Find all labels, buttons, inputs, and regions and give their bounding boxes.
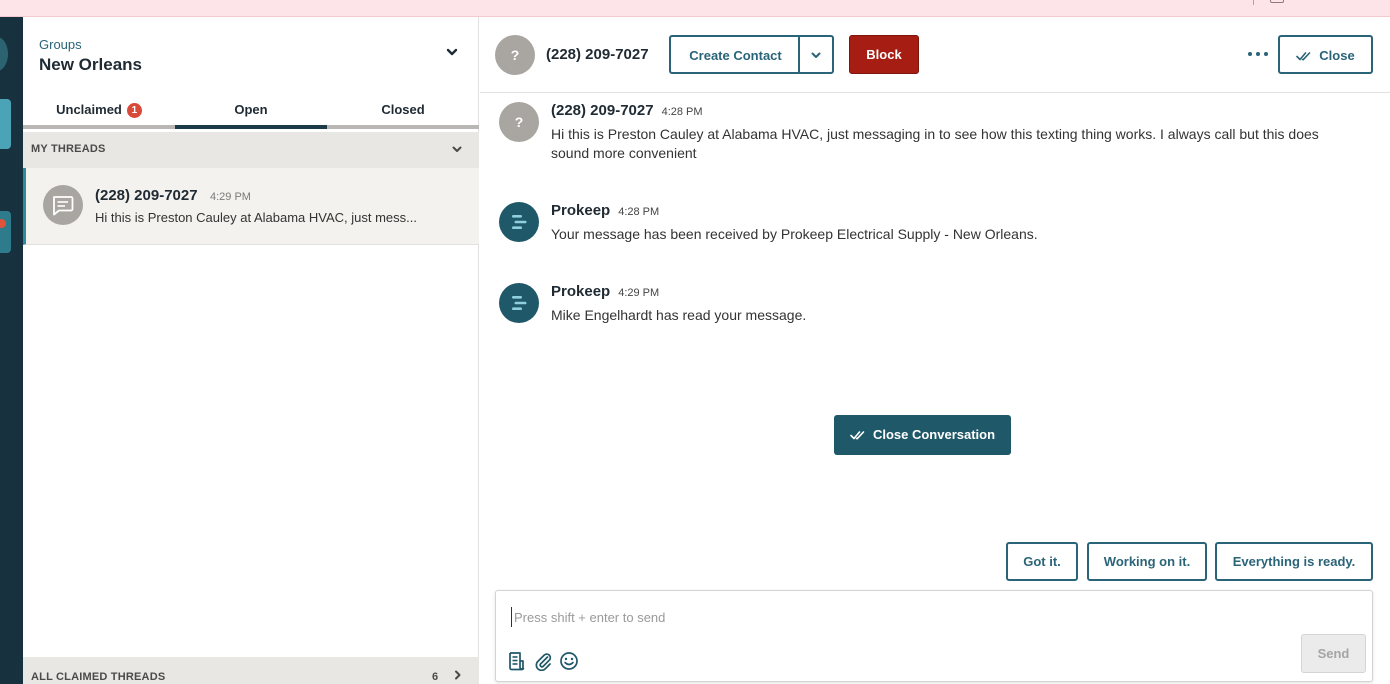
sender-name: (228) 209-7027: [551, 102, 654, 119]
close-button[interactable]: Close: [1278, 35, 1373, 74]
conversation-panel: ? (228) 209-7027 Create Contact Block Cl…: [480, 17, 1390, 684]
tab-underline: [327, 125, 479, 129]
close-conversation-button[interactable]: Close Conversation: [834, 415, 1011, 455]
tab-open[interactable]: Open: [175, 93, 327, 129]
thread-preview: Hi this is Preston Cauley at Alabama HVA…: [95, 210, 417, 225]
browser-top-strip: [0, 0, 1390, 17]
tab-underline-active: [175, 125, 327, 129]
message-time: 4:29 PM: [618, 287, 660, 299]
groups-label: Groups: [39, 37, 82, 52]
double-check-icon: [850, 431, 865, 440]
prokeep-logo-icon: [512, 296, 527, 310]
chevron-down-icon: [811, 52, 821, 58]
create-contact-button[interactable]: Create Contact: [669, 35, 800, 74]
rail-item-inbox[interactable]: [0, 99, 11, 149]
conversation-header: ? (228) 209-7027 Create Contact Block Cl…: [480, 17, 1390, 93]
my-threads-header[interactable]: MY THREADS: [23, 132, 479, 168]
message-sender: (228) 209-7027 4:28 PM: [551, 102, 703, 119]
thread-avatar: [43, 185, 83, 225]
all-claimed-threads-header[interactable]: ALL CLAIMED THREADS 6: [23, 657, 479, 684]
quick-reply-button[interactable]: Working on it.: [1087, 542, 1207, 581]
thread-list-panel: Groups New Orleans Unclaimed 1 Open Close…: [23, 17, 479, 684]
thread-contact-name: (228) 209-7027: [95, 187, 198, 204]
paperclip-icon[interactable]: [533, 651, 553, 671]
emoji-icon[interactable]: [559, 651, 579, 671]
all-claimed-label: ALL CLAIMED THREADS: [31, 671, 166, 683]
tab-label: Unclaimed: [56, 102, 122, 117]
tab-underline: [23, 125, 175, 129]
message-time: 4:28 PM: [661, 106, 703, 118]
my-threads-label: MY THREADS: [31, 143, 106, 155]
rail-item-notifications[interactable]: [0, 211, 11, 253]
message-sender: Prokeep 4:28 PM: [551, 202, 659, 219]
chevron-right-icon[interactable]: [451, 668, 465, 682]
top-strip-divider: [1253, 0, 1254, 5]
sender-avatar: ?: [499, 102, 539, 142]
more-options-icon[interactable]: [1247, 45, 1269, 63]
tab-unclaimed[interactable]: Unclaimed 1: [23, 93, 175, 129]
message-input[interactable]: [511, 607, 1271, 627]
contact-avatar: ?: [495, 35, 535, 75]
create-contact-dropdown-button[interactable]: [798, 35, 834, 74]
send-button[interactable]: Send: [1301, 634, 1366, 673]
message-text: Hi this is Preston Cauley at Alabama HVA…: [551, 126, 1319, 161]
calendar-icon[interactable]: [1270, 0, 1284, 3]
tab-label: Closed: [381, 102, 425, 117]
sender-name: Prokeep: [551, 202, 611, 219]
group-name[interactable]: New Orleans: [39, 55, 142, 75]
unclaimed-count-badge: 1: [126, 103, 142, 118]
prokeep-avatar: [499, 202, 539, 242]
double-check-icon: [1296, 52, 1311, 61]
thread-tabs: Unclaimed 1 Open Closed: [23, 93, 479, 129]
block-button[interactable]: Block: [849, 35, 919, 74]
message-text: Mike Engelhardt has read your message.: [551, 307, 807, 323]
rail-avatar[interactable]: [0, 37, 8, 71]
prokeep-logo-icon: [512, 215, 527, 229]
close-conversation-label: Close Conversation: [872, 427, 996, 442]
message-time: 4:28 PM: [618, 206, 660, 218]
quick-reply-button[interactable]: Everything is ready.: [1215, 542, 1373, 581]
thread-list-item[interactable]: (228) 209-7027 4:29 PM Hi this is Presto…: [23, 168, 479, 245]
chevron-down-icon[interactable]: [449, 141, 465, 157]
close-label: Close: [1319, 48, 1355, 63]
thread-time: 4:29 PM: [210, 191, 251, 203]
message-sender: Prokeep 4:29 PM: [551, 283, 659, 300]
tab-label: Open: [234, 102, 268, 117]
message-text: Your message has been received by Prokee…: [551, 226, 1038, 242]
chevron-down-icon[interactable]: [443, 43, 461, 61]
all-claimed-count: 6: [432, 671, 439, 683]
quick-reply-button[interactable]: Got it.: [1006, 542, 1078, 581]
message-composer: Send: [495, 590, 1373, 682]
chat-bubble-icon: [53, 196, 74, 216]
contact-number: (228) 209-7027: [546, 46, 649, 63]
prokeep-avatar: [499, 283, 539, 323]
sender-name: Prokeep: [551, 283, 611, 300]
tab-closed[interactable]: Closed: [327, 93, 479, 129]
template-icon[interactable]: [507, 651, 527, 671]
nav-rail: [0, 17, 23, 684]
